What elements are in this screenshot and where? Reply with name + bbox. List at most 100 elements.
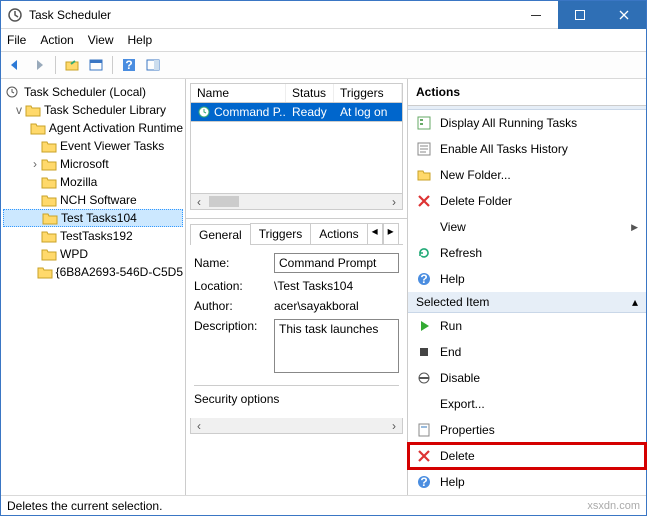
menu-help[interactable]: Help — [128, 33, 153, 47]
show-actions-button[interactable] — [143, 55, 163, 75]
maximize-button[interactable] — [558, 1, 602, 29]
tree-item-label: Microsoft — [60, 157, 109, 171]
action-export[interactable]: Export... — [408, 391, 646, 417]
cell-status: Ready — [286, 103, 334, 121]
folder-icon — [25, 103, 41, 117]
action-view[interactable]: View▶ — [408, 214, 646, 240]
hist-icon — [416, 141, 432, 157]
collapse-icon[interactable]: v — [13, 103, 25, 117]
window-title: Task Scheduler — [29, 8, 514, 22]
up-button[interactable] — [62, 55, 82, 75]
folder-icon — [416, 167, 432, 183]
author-value: acer\sayakboral — [274, 299, 399, 313]
submenu-icon: ▶ — [631, 222, 638, 233]
view-icon — [416, 219, 432, 235]
action-refresh[interactable]: Refresh — [408, 240, 646, 266]
description-field[interactable]: This task launches — [274, 319, 399, 373]
tree-item[interactable]: › Microsoft — [3, 155, 183, 173]
folder-icon — [41, 175, 57, 189]
tree-item[interactable]: Event Viewer Tasks — [3, 137, 183, 155]
titlebar: Task Scheduler — [1, 1, 646, 29]
tree-item[interactable]: NCH Software — [3, 191, 183, 209]
menu-view[interactable]: View — [88, 33, 114, 47]
tab-scroll-left[interactable]: ◂ — [367, 223, 383, 244]
tab-triggers[interactable]: Triggers — [250, 223, 312, 244]
tree-item[interactable]: TestTasks192 — [3, 227, 183, 245]
export-icon — [416, 396, 432, 412]
action-properties[interactable]: Properties — [408, 417, 646, 443]
tree-pane: Task Scheduler (Local) v Task Scheduler … — [1, 79, 186, 495]
minimize-button[interactable] — [514, 1, 558, 29]
tree-library[interactable]: v Task Scheduler Library — [3, 101, 183, 119]
action-label: Enable All Tasks History — [440, 142, 568, 156]
tree-item[interactable]: Mozilla — [3, 173, 183, 191]
back-button[interactable] — [5, 55, 25, 75]
folder-icon — [41, 157, 57, 171]
tree-root[interactable]: Task Scheduler (Local) — [3, 83, 183, 101]
svg-text:?: ? — [420, 475, 427, 489]
action-label: End — [440, 345, 461, 359]
action-label: Help — [440, 475, 465, 489]
action-label: New Folder... — [440, 168, 511, 182]
action-end[interactable]: End — [408, 339, 646, 365]
help-button[interactable]: ? — [119, 55, 139, 75]
list-hscroll[interactable]: ‹ › — [190, 194, 403, 210]
scroll-right-icon[interactable]: › — [386, 418, 402, 433]
action-display-all-running-tasks[interactable]: Display All Running Tasks — [408, 110, 646, 136]
selected-item-label: Selected Item — [416, 295, 489, 309]
scroll-right-icon[interactable]: › — [386, 194, 402, 209]
col-status[interactable]: Status — [286, 84, 334, 102]
folder-icon — [42, 211, 58, 225]
col-name[interactable]: Name — [191, 84, 286, 102]
name-field[interactable]: Command Prompt — [274, 253, 399, 273]
action-label: Display All Running Tasks — [440, 116, 577, 130]
action-delete-folder[interactable]: Delete Folder — [408, 188, 646, 214]
tree-item[interactable]: WPD — [3, 245, 183, 263]
tree-item[interactable]: {6B8A2693-546D-C5D5 — [3, 263, 183, 281]
tree-item-label: {6B8A2693-546D-C5D5 — [56, 265, 183, 279]
tree-item[interactable]: Test Tasks104 — [3, 209, 183, 227]
center-pane: Name Status Triggers Command P... Ready … — [186, 79, 408, 495]
show-hide-console-button[interactable] — [86, 55, 106, 75]
tree-item-label: WPD — [60, 247, 88, 261]
menu-action[interactable]: Action — [40, 33, 73, 47]
action-disable[interactable]: Disable — [408, 365, 646, 391]
task-row[interactable]: Command P... Ready At log on — [190, 103, 403, 122]
action-new-folder[interactable]: New Folder... — [408, 162, 646, 188]
detail-tabs: General Triggers Actions ◂ ▸ — [190, 223, 403, 245]
close-button[interactable] — [602, 1, 646, 29]
list-header: Name Status Triggers — [190, 83, 403, 103]
expand-icon[interactable]: › — [29, 157, 41, 171]
menu-file[interactable]: File — [7, 33, 26, 47]
action-delete[interactable]: Delete — [408, 443, 646, 469]
action-enable-all-tasks-history[interactable]: Enable All Tasks History — [408, 136, 646, 162]
action-run[interactable]: Run — [408, 313, 646, 339]
detail-hscroll[interactable]: ‹ › — [190, 418, 403, 434]
scroll-left-icon[interactable]: ‹ — [191, 194, 207, 209]
detail-pane: General Triggers Actions ◂ ▸ Name: Comma… — [186, 219, 407, 495]
action-help[interactable]: ? Help — [408, 469, 646, 495]
forward-button[interactable] — [29, 55, 49, 75]
actions-header: Actions — [408, 79, 646, 106]
tree-item[interactable]: Agent Activation Runtime — [3, 119, 183, 137]
tab-scroll-right[interactable]: ▸ — [383, 223, 399, 244]
collapse-icon[interactable]: ▴ — [632, 295, 638, 309]
scheduler-icon — [5, 85, 21, 99]
tab-general[interactable]: General — [190, 224, 251, 245]
col-triggers[interactable]: Triggers — [334, 84, 402, 102]
toolbar: ? — [1, 51, 646, 79]
folder-icon — [37, 265, 53, 279]
tab-actions[interactable]: Actions — [310, 223, 367, 244]
name-label: Name: — [194, 256, 274, 270]
cell-trigger: At log on — [334, 103, 402, 121]
scroll-thumb[interactable] — [209, 196, 239, 207]
action-label: Run — [440, 319, 462, 333]
tree-library-label: Task Scheduler Library — [44, 103, 166, 117]
svg-text:?: ? — [125, 58, 132, 72]
tree-item-label: Event Viewer Tasks — [60, 139, 164, 153]
separator — [55, 56, 56, 74]
action-help[interactable]: ?Help — [408, 266, 646, 292]
end-icon — [416, 344, 432, 360]
scroll-left-icon[interactable]: ‹ — [191, 418, 207, 433]
author-label: Author: — [194, 299, 274, 313]
